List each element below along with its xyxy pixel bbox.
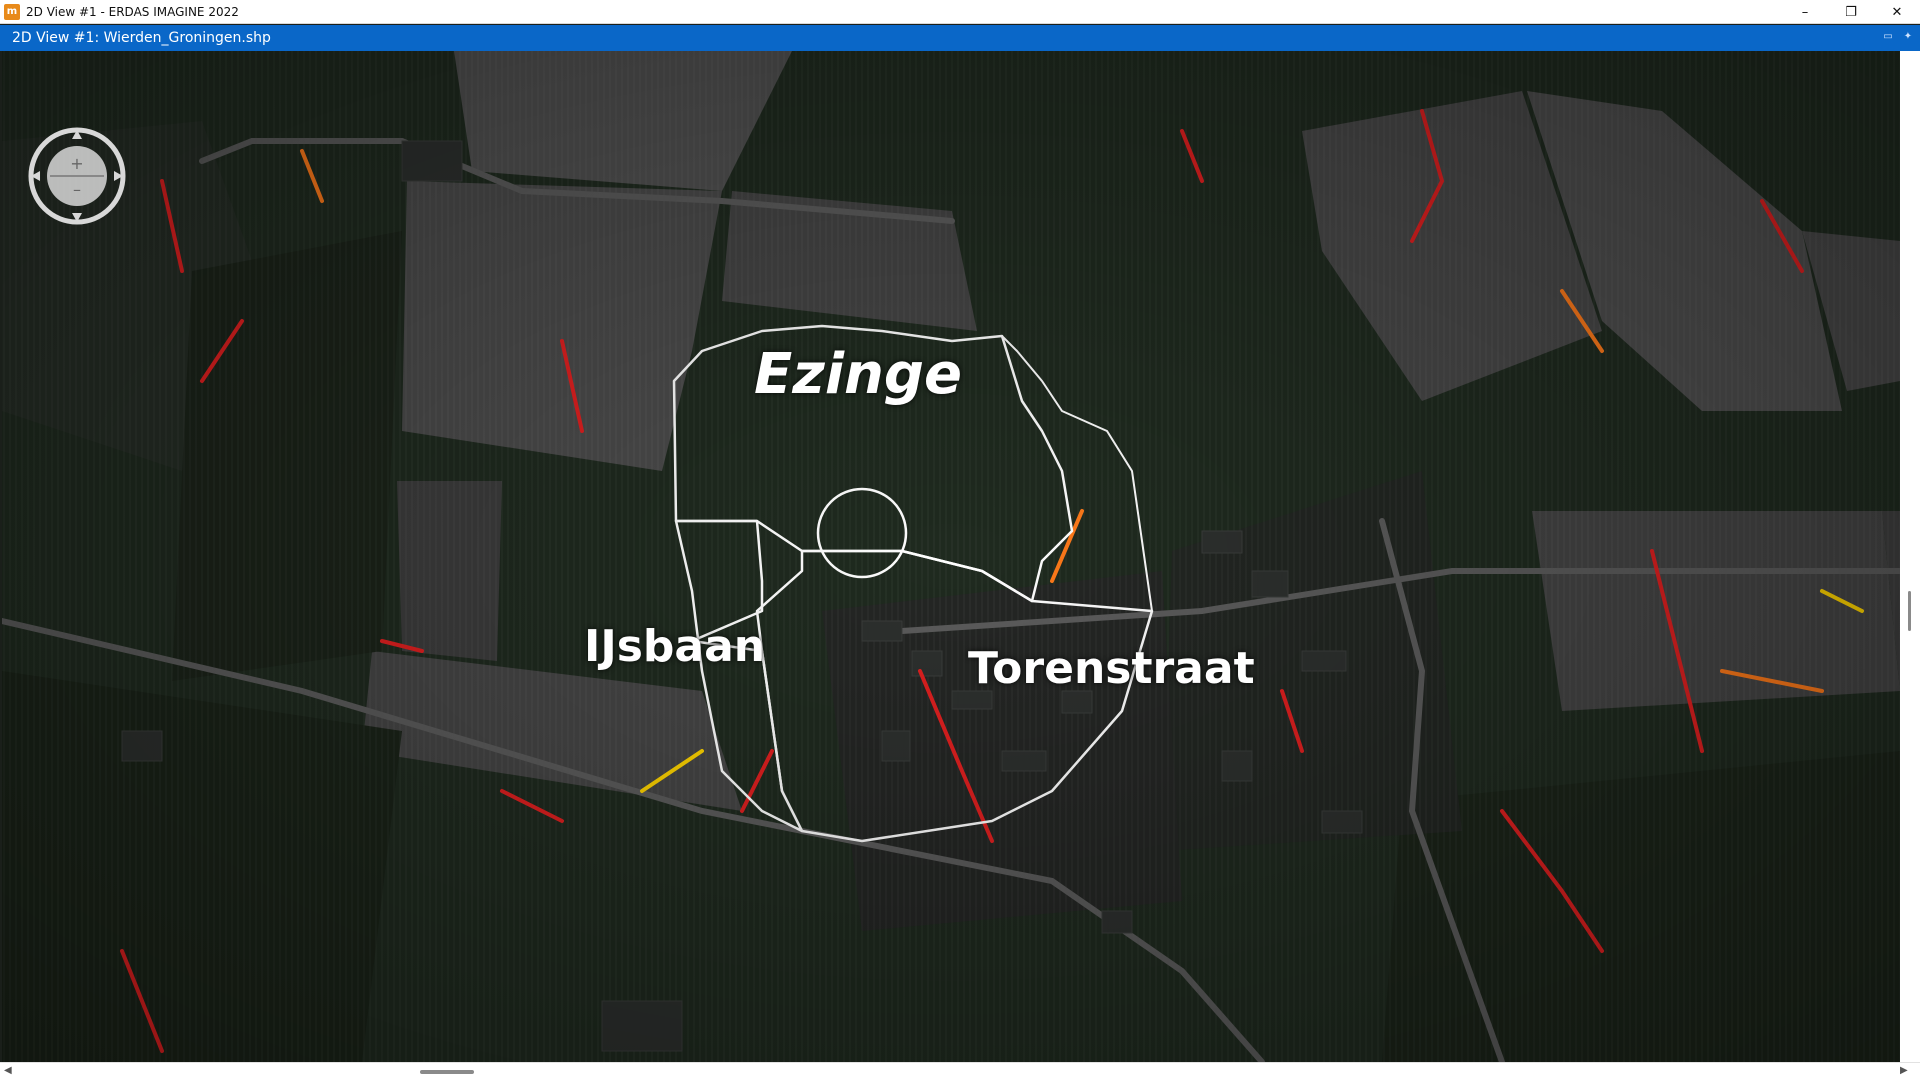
map-canvas[interactable]: Ezinge IJsbaan Torenstraat + – (2, 51, 1900, 1062)
zoom-out-icon[interactable]: – (73, 180, 81, 199)
restore-button[interactable]: ❐ (1828, 0, 1874, 24)
horizontal-scrollbar[interactable]: ◀ ▶ (0, 1062, 1920, 1080)
map-image[interactable] (2, 51, 1900, 1062)
scroll-left-icon[interactable]: ◀ (4, 1065, 12, 1076)
minimize-button[interactable]: – (1782, 0, 1828, 24)
label-ezinge: Ezinge (754, 342, 962, 407)
label-ijsbaan: IJsbaan (584, 621, 766, 672)
view-menu-icon[interactable]: ▭ (1882, 30, 1894, 44)
label-torenstraat: Torenstraat (968, 643, 1255, 694)
close-button[interactable]: ✕ (1874, 0, 1920, 24)
zoom-in-icon[interactable]: + (70, 154, 83, 173)
vertical-scrollbar[interactable] (1900, 51, 1920, 1062)
horizontal-scroll-thumb[interactable] (420, 1070, 474, 1074)
erdas-app-icon: m (4, 3, 20, 20)
window-title: 2D View #1 - ERDAS IMAGINE 2022 (26, 4, 239, 19)
scroll-right-icon[interactable]: ▶ (1900, 1065, 1908, 1076)
vignette (2, 51, 1900, 1062)
os-titlebar: m 2D View #1 - ERDAS IMAGINE 2022 – ❐ ✕ (0, 0, 1920, 24)
view-controls: ▭ ✦ (1882, 30, 1914, 44)
vertical-scroll-thumb[interactable] (1908, 591, 1911, 631)
view-header: 2D View #1: Wierden_Groningen.shp ▭ ✦ (0, 25, 1920, 51)
window-controls: – ❐ ✕ (1782, 0, 1920, 24)
navigation-widget[interactable]: + – (28, 127, 126, 225)
view-title: 2D View #1: Wierden_Groningen.shp (12, 30, 271, 46)
view-pin-icon[interactable]: ✦ (1902, 30, 1914, 44)
